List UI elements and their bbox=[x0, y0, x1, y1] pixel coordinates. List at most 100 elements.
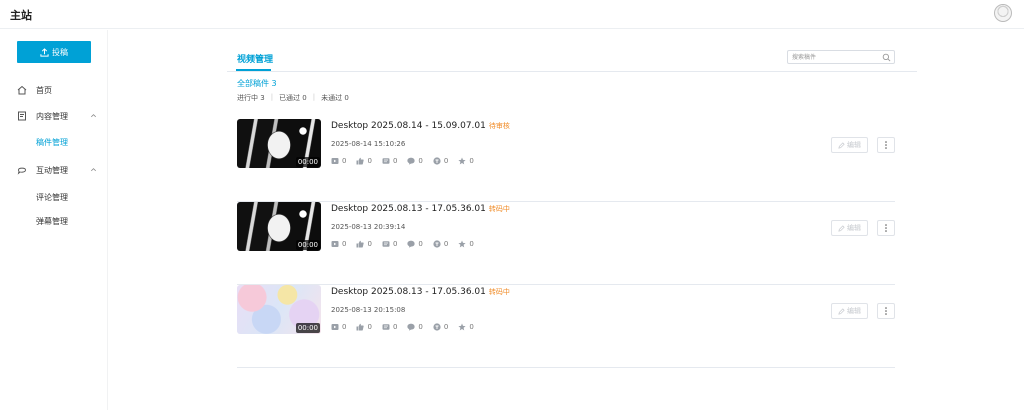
stat-danmaku: 0 bbox=[407, 240, 423, 248]
site-title[interactable]: 主站 bbox=[10, 7, 32, 23]
stat-value: 0 bbox=[443, 240, 449, 248]
upload-button-label: 投稿 bbox=[52, 47, 68, 57]
stat-value: 0 bbox=[367, 240, 372, 248]
video-date: 2025-08-14 15:10:26 bbox=[331, 140, 406, 148]
status-badge: 转码中 bbox=[488, 205, 510, 213]
search-icon[interactable] bbox=[882, 53, 891, 62]
sidebar-subitem-danmaku[interactable]: 弹幕管理 bbox=[36, 216, 68, 227]
coin-icon bbox=[433, 323, 441, 331]
filter-rejected[interactable]: 未通过 0 bbox=[321, 93, 349, 103]
chevron-up-icon bbox=[91, 168, 96, 172]
more-options-button[interactable] bbox=[877, 303, 895, 319]
stat-comments: 0 bbox=[382, 240, 397, 248]
video-title[interactable]: Desktop 2025.08.13 - 17.05.36.01 bbox=[331, 204, 486, 214]
stat-value: 0 bbox=[367, 157, 372, 165]
stat-value: 0 bbox=[342, 323, 347, 331]
search-input[interactable] bbox=[792, 52, 880, 63]
chevron-up-icon bbox=[91, 114, 96, 118]
tab-active-indicator bbox=[236, 69, 271, 71]
stat-likes: 0 bbox=[356, 157, 372, 165]
upload-button[interactable]: 投稿 bbox=[17, 41, 91, 63]
stat-value: 0 bbox=[342, 157, 347, 165]
stat-value: 0 bbox=[418, 240, 423, 248]
filter-in-progress[interactable]: 进行中 3 bbox=[237, 93, 265, 103]
stat-value: 0 bbox=[342, 240, 347, 248]
stat-value: 0 bbox=[469, 157, 474, 165]
video-row: 00:00 Desktop 2025.08.14 - 15.09.07.01 待审… bbox=[237, 119, 895, 202]
sidebar-item-home[interactable]: 首页 bbox=[0, 81, 108, 99]
video-stats: 0 0 0 0 0 0 bbox=[331, 240, 474, 248]
stat-plays: 0 bbox=[331, 240, 346, 248]
tab-video-management[interactable]: 视频管理 bbox=[237, 52, 273, 65]
divider: | bbox=[270, 93, 274, 101]
edit-button-label: 编辑 bbox=[847, 307, 861, 315]
danmaku-bubble-icon bbox=[407, 157, 416, 165]
stat-plays: 0 bbox=[331, 323, 346, 331]
more-options-button[interactable] bbox=[877, 137, 895, 153]
play-icon bbox=[331, 324, 339, 330]
edit-button[interactable]: 编辑 bbox=[831, 137, 868, 153]
home-icon bbox=[17, 85, 27, 95]
stat-favorites: 0 bbox=[458, 157, 474, 165]
more-vertical-icon bbox=[885, 224, 887, 232]
pencil-icon bbox=[838, 141, 845, 149]
pencil-icon bbox=[838, 224, 845, 232]
stat-value: 0 bbox=[392, 323, 398, 331]
sidebar-item-content[interactable]: 内容管理 bbox=[0, 107, 108, 125]
star-icon bbox=[458, 240, 466, 248]
sidebar-item-label: 首页 bbox=[36, 86, 52, 95]
pencil-icon bbox=[838, 307, 845, 315]
stat-likes: 0 bbox=[356, 240, 372, 248]
more-vertical-icon bbox=[885, 307, 887, 315]
status-badge: 转码中 bbox=[488, 288, 510, 296]
status-filters: 进行中 3 | 已通过 0 | 未通过 0 bbox=[237, 93, 349, 103]
edit-button[interactable]: 编辑 bbox=[831, 220, 868, 236]
video-duration: 00:00 bbox=[295, 323, 320, 333]
video-duration: 00:00 bbox=[295, 240, 320, 250]
coin-icon bbox=[433, 240, 441, 248]
stat-value: 0 bbox=[392, 240, 398, 248]
content-icon bbox=[18, 111, 26, 121]
video-stats: 0 0 0 0 0 0 bbox=[331, 157, 474, 165]
video-title[interactable]: Desktop 2025.08.13 - 17.05.36.01 bbox=[331, 287, 486, 297]
video-title-line: Desktop 2025.08.14 - 15.09.07.01 待审核 bbox=[331, 121, 510, 131]
video-row: 00:00 Desktop 2025.08.13 - 17.05.36.01 转码… bbox=[237, 285, 895, 368]
sidebar-item-label: 互动管理 bbox=[36, 166, 68, 175]
stat-value: 0 bbox=[367, 323, 372, 331]
filter-approved[interactable]: 已通过 0 bbox=[279, 93, 307, 103]
more-options-button[interactable] bbox=[877, 220, 895, 236]
stat-coins: 0 bbox=[433, 240, 448, 248]
comment-icon bbox=[382, 324, 390, 330]
comment-icon bbox=[382, 241, 390, 247]
video-title[interactable]: Desktop 2025.08.14 - 15.09.07.01 bbox=[331, 121, 486, 131]
edit-button-label: 编辑 bbox=[847, 224, 861, 232]
stat-comments: 0 bbox=[382, 157, 397, 165]
sidebar-item-interaction[interactable]: 互动管理 bbox=[0, 161, 108, 179]
search-box bbox=[787, 50, 895, 64]
thumbs-up-icon bbox=[356, 240, 365, 248]
video-row: 00:00 Desktop 2025.08.13 - 17.05.36.01 转码… bbox=[237, 202, 895, 285]
stat-value: 0 bbox=[392, 157, 398, 165]
stat-likes: 0 bbox=[356, 323, 372, 331]
video-thumbnail[interactable]: 00:00 bbox=[237, 202, 321, 251]
sidebar-subitem-comments[interactable]: 评论管理 bbox=[36, 192, 68, 203]
video-title-line: Desktop 2025.08.13 - 17.05.36.01 转码中 bbox=[331, 204, 510, 214]
sidebar-subitem-manuscripts[interactable]: 稿件管理 bbox=[36, 137, 68, 148]
edit-button-label: 编辑 bbox=[847, 141, 861, 149]
stat-value: 0 bbox=[443, 157, 449, 165]
danmaku-bubble-icon bbox=[407, 323, 416, 331]
stat-value: 0 bbox=[469, 240, 474, 248]
video-thumbnail[interactable]: 00:00 bbox=[237, 119, 321, 168]
video-date: 2025-08-13 20:39:14 bbox=[331, 223, 406, 231]
user-avatar[interactable] bbox=[994, 4, 1012, 22]
edit-button[interactable]: 编辑 bbox=[831, 303, 868, 319]
stat-coins: 0 bbox=[433, 323, 448, 331]
stat-coins: 0 bbox=[433, 157, 448, 165]
comment-icon bbox=[382, 158, 390, 164]
stat-value: 0 bbox=[418, 323, 423, 331]
filter-all-manuscripts[interactable]: 全部稿件 3 bbox=[237, 78, 277, 89]
video-stats: 0 0 0 0 0 0 bbox=[331, 323, 474, 331]
stat-danmaku: 0 bbox=[407, 323, 423, 331]
video-thumbnail[interactable]: 00:00 bbox=[237, 285, 321, 334]
stat-danmaku: 0 bbox=[407, 157, 423, 165]
